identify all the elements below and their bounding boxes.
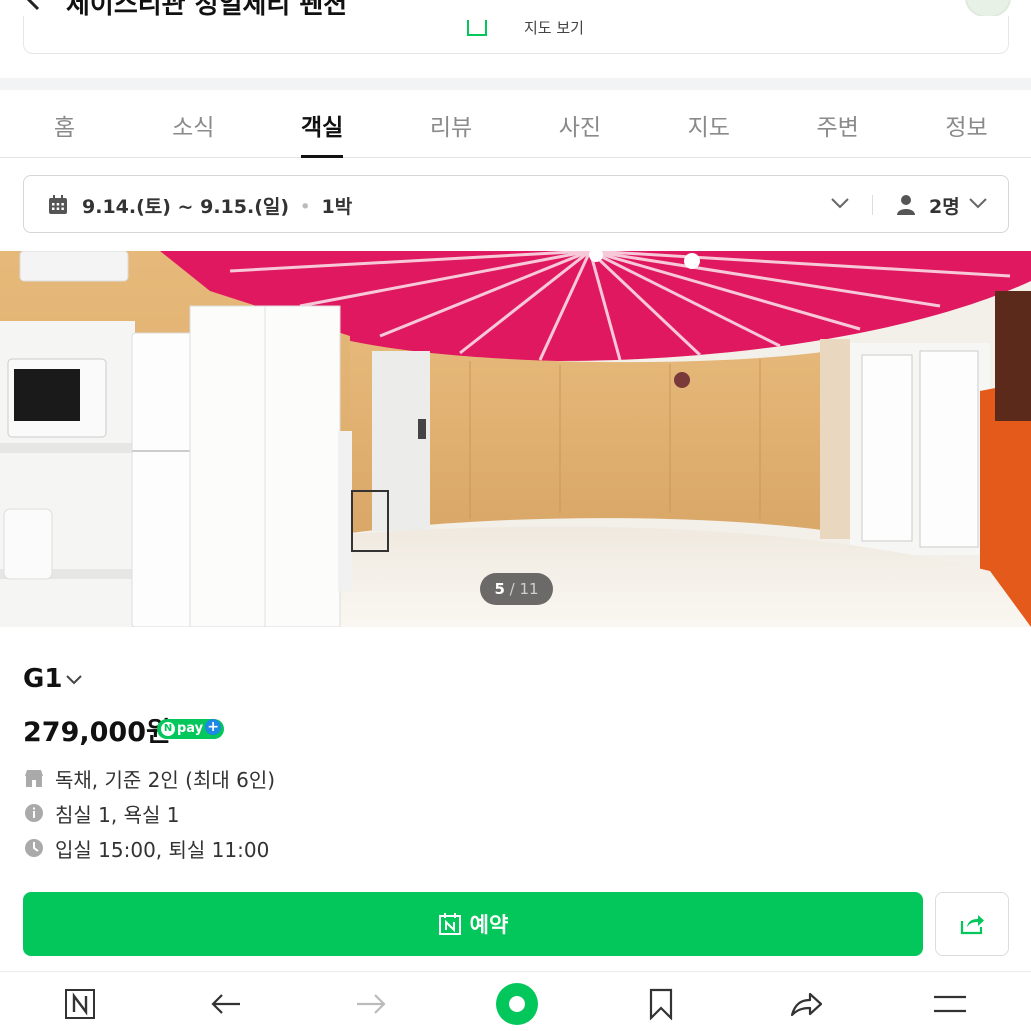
photo-counter: 5 / 11 [480, 573, 553, 605]
green-dot-icon [496, 983, 538, 1025]
photo-total: 11 [519, 580, 539, 598]
share-nav-button[interactable] [788, 986, 824, 1022]
map-icon [467, 20, 487, 36]
date-guest-selector[interactable]: 9.14.(토) ~ 9.15.(일) • 1박 2명 [23, 175, 1009, 233]
naver-calendar-icon [438, 913, 461, 935]
room-type-text: 독채, 기준 2인 (최대 6인) [55, 767, 276, 792]
photo-current-index: 5 [494, 580, 505, 598]
calendar-icon [49, 195, 67, 214]
npay-logo-n: N [161, 722, 175, 736]
bookmark-icon [649, 988, 673, 1020]
tab-nearby[interactable]: 주변 [773, 90, 902, 157]
back-button[interactable] [208, 986, 244, 1022]
menu-button[interactable] [932, 986, 968, 1022]
photo-counter-slash: / [504, 580, 520, 598]
arrow-right-icon [357, 994, 386, 1014]
room-name[interactable]: G1 [23, 664, 62, 694]
hamburger-menu-icon [934, 995, 966, 1013]
tab-photos[interactable]: 사진 [516, 90, 645, 157]
tab-reviews[interactable]: 리뷰 [387, 90, 516, 157]
room-photo-carousel[interactable]: 5 / 11 [0, 251, 1031, 627]
chevron-down-icon[interactable] [968, 196, 988, 210]
nights-count: 1박 [321, 196, 353, 218]
share-icon [960, 915, 984, 935]
room-photo [0, 251, 1031, 627]
share-arrow-icon [790, 992, 823, 1017]
tab-bar: 홈 소식 객실 리뷰 사진 지도 주변 정보 [0, 90, 1031, 158]
reserve-label: 예약 [469, 913, 509, 937]
naver-n-icon [65, 989, 95, 1019]
tab-map[interactable]: 지도 [644, 90, 773, 157]
browser-bottom-nav [0, 971, 1031, 1031]
room-checkin-text: 입실 15:00, 퇴실 11:00 [55, 837, 270, 862]
room-type-row: 독채, 기준 2인 (최대 6인) [23, 765, 276, 792]
room-price: 279,000원 [23, 717, 171, 748]
room-checkin-row: 입실 15:00, 퇴실 11:00 [23, 835, 270, 862]
green-dot-button[interactable] [495, 982, 539, 1026]
tab-news[interactable]: 소식 [129, 90, 258, 157]
section-divider [0, 78, 1031, 90]
house-icon [25, 770, 43, 787]
tab-home[interactable]: 홈 [0, 90, 129, 157]
npay-label: pay [177, 721, 204, 736]
date-range-text: 9.14.(토) ~ 9.15.(일) [82, 196, 290, 218]
naver-home-button[interactable] [62, 986, 98, 1022]
room-rooms-text: 침실 1, 욕실 1 [55, 802, 180, 827]
previous-card-label[interactable]: 지도 보기 [524, 17, 584, 38]
selector-divider [872, 195, 873, 215]
share-button[interactable] [935, 892, 1009, 956]
chevron-down-icon[interactable] [65, 674, 83, 686]
reserve-button[interactable]: 예약 [23, 892, 923, 956]
info-icon [25, 804, 43, 822]
room-rooms-row: 침실 1, 욕실 1 [23, 800, 180, 827]
date-separator: • [299, 196, 311, 218]
person-icon [897, 195, 915, 215]
npay-badge: Npay + [157, 719, 224, 739]
guest-count[interactable]: 2명 [929, 192, 960, 219]
chevron-down-icon[interactable] [830, 196, 850, 210]
previous-card: 지도 보기 [23, 16, 1009, 54]
bookmark-button[interactable] [643, 986, 679, 1022]
back-arrow-icon[interactable] [22, 0, 48, 12]
tab-rooms[interactable]: 객실 [258, 90, 387, 157]
tab-info[interactable]: 정보 [902, 90, 1031, 157]
npay-plus-icon: + [205, 719, 222, 735]
date-range[interactable]: 9.14.(토) ~ 9.15.(일) • 1박 [82, 192, 352, 219]
forward-button[interactable] [353, 986, 389, 1022]
arrow-left-icon [211, 994, 240, 1014]
clock-icon [25, 839, 43, 857]
